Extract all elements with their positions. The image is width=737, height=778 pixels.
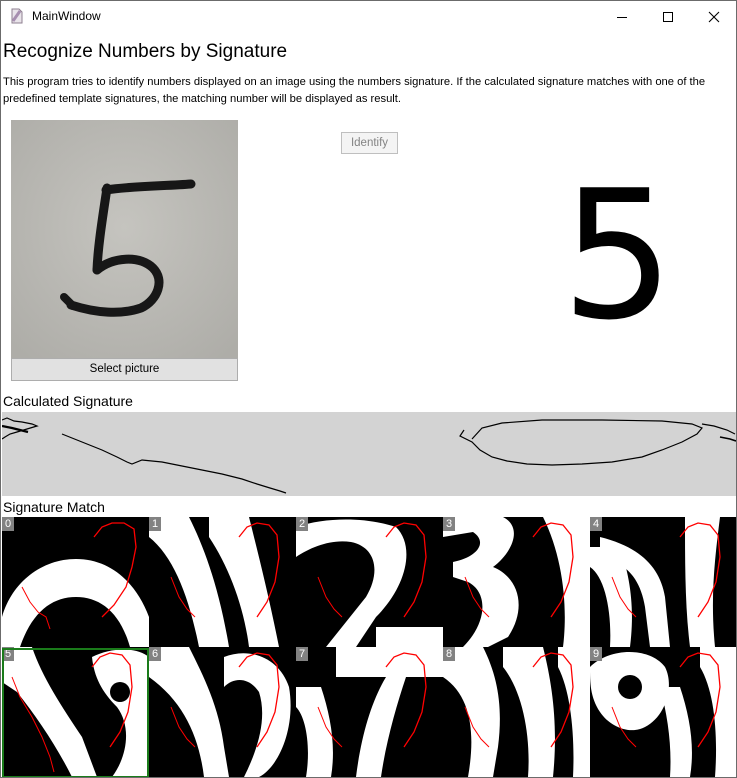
- template-label: 7: [296, 647, 308, 661]
- identify-button[interactable]: Identify: [341, 132, 398, 154]
- template-label: 8: [443, 647, 455, 661]
- app-icon: [11, 8, 23, 24]
- result-digit: 5: [561, 152, 675, 359]
- template-label: 6: [149, 647, 161, 661]
- template-cell-5[interactable]: 5: [2, 647, 149, 777]
- calculated-signature-label: Calculated Signature: [3, 393, 133, 409]
- main-window: MainWindow Recognize Numbers by Signatur…: [0, 0, 737, 778]
- template-label: 2: [296, 517, 308, 531]
- template-label: 9: [590, 647, 602, 661]
- template-label: 4: [590, 517, 602, 531]
- minimize-icon: [617, 16, 627, 18]
- template-cell-6[interactable]: 6: [149, 647, 296, 777]
- handwritten-digit-image: [11, 120, 238, 358]
- signature-curve: [1, 417, 736, 494]
- template-label: 0: [2, 517, 14, 531]
- template-cell-7[interactable]: 7: [296, 647, 443, 777]
- select-picture-button[interactable]: Select picture: [11, 358, 238, 381]
- template-label: 3: [443, 517, 455, 531]
- maximize-button[interactable]: [645, 1, 691, 32]
- template-cell-4[interactable]: 4: [590, 517, 736, 647]
- close-button[interactable]: [691, 1, 736, 32]
- template-cell-0[interactable]: 0: [2, 517, 149, 647]
- template-cell-2[interactable]: 2: [296, 517, 443, 647]
- signature-match-label: Signature Match: [3, 499, 105, 515]
- template-cell-9[interactable]: 9: [590, 647, 736, 777]
- calculated-signature-plot: [1, 412, 736, 496]
- template-label: 1: [149, 517, 161, 531]
- signature-match-grid: 0 1 2 3 4 5 6 7 8 9: [2, 517, 736, 777]
- template-cell-3[interactable]: 3: [443, 517, 590, 647]
- close-icon: [708, 11, 720, 22]
- template-cell-1[interactable]: 1: [149, 517, 296, 647]
- description: This program tries to identify numbers d…: [3, 76, 706, 105]
- maximize-icon: [663, 11, 673, 22]
- template-label: 5: [2, 647, 14, 661]
- minimize-button[interactable]: [599, 1, 645, 32]
- title-bar[interactable]: MainWindow: [1, 1, 736, 32]
- window-title: MainWindow: [32, 9, 101, 23]
- input-photo: [11, 120, 238, 358]
- page-title: Recognize Numbers by Signature: [3, 41, 288, 62]
- template-cell-8[interactable]: 8: [443, 647, 590, 777]
